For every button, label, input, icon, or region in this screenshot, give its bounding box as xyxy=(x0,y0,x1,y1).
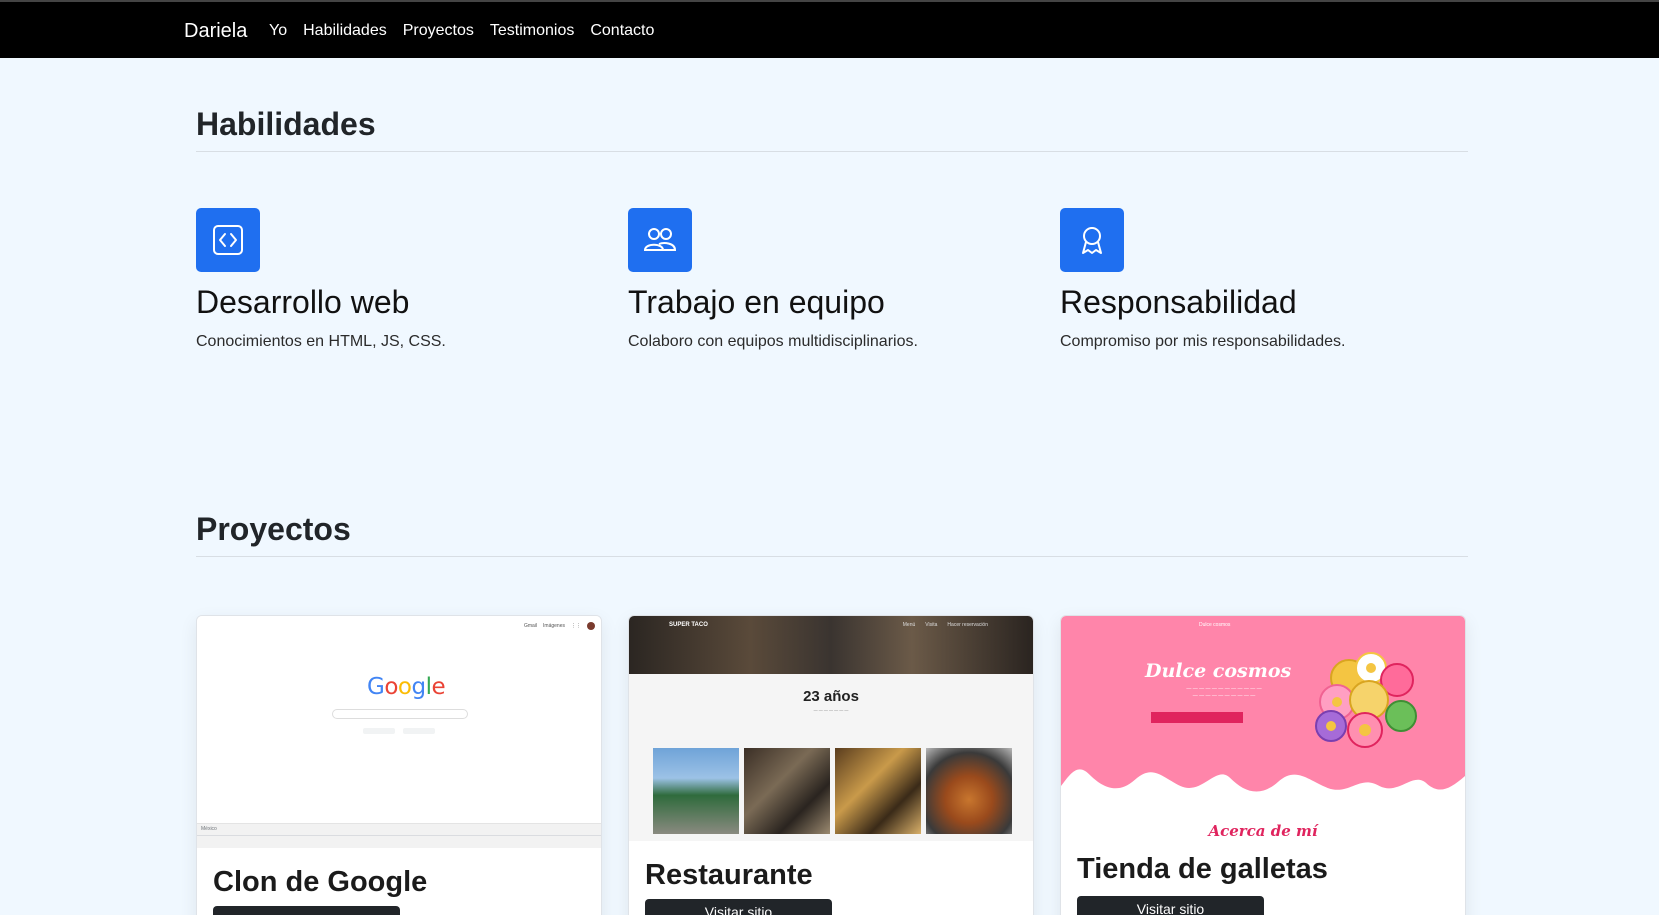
award-icon xyxy=(1060,208,1124,272)
preview-subtext: — — — — — — — xyxy=(813,707,849,712)
visit-site-button[interactable]: Visitar sitio xyxy=(645,899,832,915)
skills-heading: Habilidades xyxy=(196,106,376,142)
nav-link-proyectos[interactable]: Proyectos xyxy=(403,22,474,40)
nav-link-habilidades[interactable]: Habilidades xyxy=(303,22,387,40)
skill-card-team: Trabajo en equipo Colaboro con equipos m… xyxy=(628,208,1028,351)
preview-photo xyxy=(835,748,921,834)
preview-nav: Dulce cosmos xyxy=(1199,622,1231,628)
project-card-google: Gmail Imágenes ⋮⋮ Google México Clon de … xyxy=(196,615,602,915)
skill-title: Trabajo en equipo xyxy=(628,284,885,320)
preview-button xyxy=(1151,712,1243,723)
nav-link-contacto[interactable]: Contacto xyxy=(590,22,654,40)
code-icon xyxy=(196,208,260,272)
preview-about-heading: Acerca de mí xyxy=(1208,822,1318,840)
preview-brand: SUPER TACO xyxy=(669,622,708,628)
preview-menu-item: Menú xyxy=(902,622,916,628)
projects-heading: Proyectos xyxy=(196,511,351,547)
preview-heading: 23 años xyxy=(803,688,859,705)
preview-photo xyxy=(744,748,830,834)
skill-title: Desarrollo web xyxy=(196,284,410,320)
preview-drip-shape xyxy=(1061,756,1465,792)
projects-divider xyxy=(196,556,1468,557)
nav-link-yo[interactable]: Yo xyxy=(269,22,287,40)
preview-photo xyxy=(653,748,739,834)
preview-photo xyxy=(926,748,1012,834)
nav-links: Yo Habilidades Proyectos Testimonios Con… xyxy=(269,22,654,40)
google-logo: Google xyxy=(367,674,446,700)
preview-footer-country: México xyxy=(201,826,217,832)
avatar xyxy=(587,622,595,630)
preview-link: Imágenes xyxy=(543,623,565,629)
project-title: Restaurante xyxy=(645,859,813,891)
project-title: Tienda de galletas xyxy=(1077,853,1328,885)
project-preview-image[interactable]: SUPER TACO Menú Visita Hacer reservación… xyxy=(629,616,1033,841)
preview-link: Gmail xyxy=(523,623,538,629)
people-icon xyxy=(628,208,692,272)
preview-menu-item: Visita xyxy=(925,622,938,628)
navbar-brand[interactable]: Dariela xyxy=(184,20,247,43)
project-card-cookies: Dulce cosmos Dulce cosmos — — — — — — — … xyxy=(1060,615,1466,915)
skills-divider xyxy=(196,151,1468,152)
skill-description: Compromiso por mis responsabilidades. xyxy=(1060,333,1346,350)
skill-card-responsibility: Responsabilidad Compromiso por mis respo… xyxy=(1060,208,1460,351)
flower-cookies-image xyxy=(1315,652,1417,748)
skill-description: Colaboro con equipos multidisciplinarios… xyxy=(628,333,918,350)
visit-site-button[interactable] xyxy=(213,906,400,915)
preview-footer: México xyxy=(197,823,601,848)
preview-menu-item: Hacer reservación xyxy=(947,622,988,628)
preview-search-bar xyxy=(332,709,468,719)
project-preview-image[interactable]: Dulce cosmos Dulce cosmos — — — — — — — … xyxy=(1061,616,1465,844)
preview-top-links: Gmail Imágenes ⋮⋮ xyxy=(524,622,595,630)
apps-icon: ⋮⋮ xyxy=(571,623,581,629)
preview-search-buttons xyxy=(363,728,435,734)
preview-photo-grid xyxy=(653,748,1012,834)
project-preview-image[interactable]: Gmail Imágenes ⋮⋮ Google México xyxy=(197,616,601,848)
skill-card-web: Desarrollo web Conocimientos en HTML, JS… xyxy=(196,208,596,351)
project-title: Clon de Google xyxy=(213,866,428,898)
preview-heading: Dulce cosmos xyxy=(1145,660,1292,682)
project-card-restaurant: SUPER TACO Menú Visita Hacer reservación… xyxy=(628,615,1034,915)
preview-menu: Menú Visita Hacer reservación xyxy=(903,622,988,628)
preview-text: — — — — — — — — — — — — — — — — — — — — —… xyxy=(1186,686,1262,699)
skill-title: Responsabilidad xyxy=(1060,284,1297,320)
skill-description: Conocimientos en HTML, JS, CSS. xyxy=(196,333,446,350)
visit-site-button[interactable]: Visitar sitio xyxy=(1077,896,1264,915)
top-navbar: Dariela Yo Habilidades Proyectos Testimo… xyxy=(0,0,1659,58)
nav-link-testimonios[interactable]: Testimonios xyxy=(490,22,574,40)
